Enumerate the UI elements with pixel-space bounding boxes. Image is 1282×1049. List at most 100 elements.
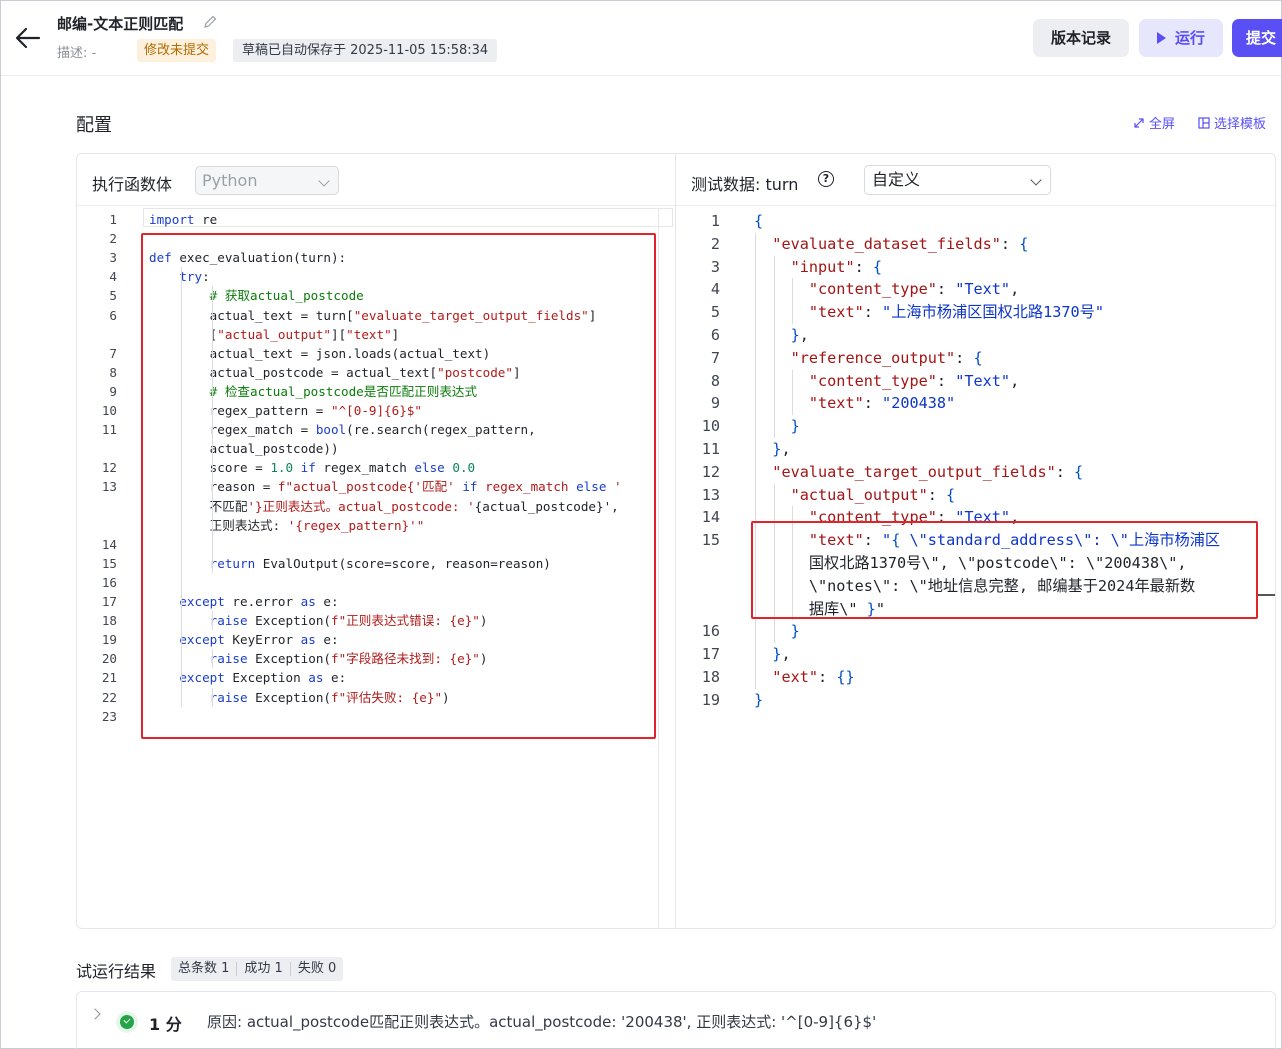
line-number: 5: [710, 303, 720, 322]
line-number: 13: [101, 479, 117, 495]
line-number: 21: [101, 670, 117, 686]
code-line: "evaluate_target_output_fields": {: [772, 462, 1084, 481]
line-number: 15: [101, 555, 117, 571]
line-number: 6: [710, 326, 720, 344]
results-total: 总条数 1: [178, 961, 230, 976]
line-number: 11: [701, 440, 720, 458]
run-button[interactable]: 运行: [1139, 19, 1223, 57]
results-title: 试运行结果: [76, 962, 157, 981]
line-number: 3: [109, 250, 117, 266]
line-number: 8: [109, 364, 117, 380]
expand-icon: [1134, 118, 1144, 128]
result-row[interactable]: 1 分 原因: actual_postcode匹配正则表达式。actual_po…: [76, 991, 1276, 1049]
code-line: "ext": {}: [772, 668, 855, 686]
line-number: 13: [701, 485, 720, 504]
line-number: 14: [101, 536, 117, 552]
line-number: 18: [101, 613, 117, 629]
line-number: 15: [701, 531, 720, 550]
line-number: 2: [710, 234, 720, 253]
play-icon: [1156, 32, 1166, 44]
line-number: 1: [109, 212, 117, 227]
line-number: 2: [109, 231, 117, 247]
line-number: 16: [701, 622, 720, 641]
run-button-label: 运行: [1174, 29, 1205, 47]
test-data-label: 测试数据: turn: [691, 171, 798, 195]
function-body-header: 执行函数体 Python: [77, 154, 675, 206]
fullscreen-link[interactable]: 全屏: [1133, 113, 1175, 132]
code-line: },: [772, 645, 791, 664]
turn-label: turn: [765, 175, 799, 194]
code-line: },: [772, 440, 791, 458]
back-arrow-icon[interactable]: [13, 25, 43, 51]
test-data-header: 测试数据: turn ? 自定义: [676, 154, 1275, 206]
chevron-down-icon: [1030, 174, 1042, 186]
line-number: 12: [701, 462, 720, 481]
status-badge-unsaved: 修改未提交: [137, 39, 217, 62]
line-number: 4: [710, 280, 720, 299]
code-line: },: [790, 326, 809, 344]
code-line: "actual_output": {: [790, 485, 956, 504]
line-number: 7: [109, 345, 117, 361]
highlight-box-code: [141, 233, 656, 739]
line-number: 9: [109, 383, 117, 399]
line-number: 11: [101, 422, 117, 438]
results-success: 成功 1: [244, 961, 283, 976]
code-line: "content_type": "Text",: [808, 371, 1020, 390]
line-number: 10: [701, 417, 720, 436]
indent-guide: [774, 255, 775, 438]
line-number: 14: [701, 508, 720, 527]
indent-guide: [792, 369, 793, 416]
function-body-label: 执行函数体: [92, 175, 173, 194]
template-icon: [1198, 117, 1210, 129]
description: 描述: -: [57, 46, 97, 61]
line-number: 4: [109, 269, 117, 285]
code-line: "evaluate_dataset_fields": {: [772, 234, 1029, 253]
submit-button[interactable]: 提交: [1232, 19, 1282, 57]
edit-pencil-icon[interactable]: [203, 15, 217, 29]
line-number: 19: [701, 690, 720, 709]
test-data-mode-select[interactable]: 自定义: [864, 165, 1051, 195]
code-line: "reference_output": {: [790, 348, 983, 367]
chevron-down-icon: [318, 175, 330, 187]
line-number: 5: [109, 288, 117, 304]
select-template-link[interactable]: 选择模板: [1198, 113, 1266, 132]
editor-scrollbar-track[interactable]: [658, 208, 659, 928]
success-check-icon: [116, 1011, 138, 1033]
chevron-right-icon[interactable]: [89, 1008, 101, 1020]
version-history-button[interactable]: 版本记录: [1033, 19, 1129, 57]
line-number: 23: [101, 708, 117, 724]
top-header: 邮编-文本正则匹配 描述: - 修改未提交 草稿已自动保存于 2025-11-0…: [1, 1, 1282, 76]
help-icon[interactable]: ?: [818, 171, 834, 187]
page-title: 邮编-文本正则匹配: [57, 15, 184, 33]
result-reason: 原因: actual_postcode匹配正则表达式。actual_postco…: [207, 1013, 877, 1031]
results-summary: 总条数 1 成功 1 失败 0: [171, 957, 344, 981]
line-number: 7: [710, 348, 720, 367]
language-value: Python: [202, 171, 258, 190]
line-number: 1: [710, 212, 720, 230]
config-section-title: 配置: [76, 115, 112, 136]
line-number: 16: [101, 574, 117, 590]
line-number: 9: [710, 394, 720, 413]
fullscreen-label: 全屏: [1149, 117, 1176, 132]
code-line: }: [754, 690, 764, 709]
line-number: 20: [101, 651, 117, 667]
json-scrollbar-thumb[interactable]: [1258, 594, 1275, 596]
active-line-highlight: [143, 208, 673, 227]
results-fail: 失败 0: [297, 961, 337, 976]
line-number: 8: [710, 371, 720, 390]
line-number: 12: [101, 460, 117, 476]
code-line: }: [790, 417, 800, 436]
line-number: 17: [101, 594, 117, 609]
select-template-label: 选择模板: [1214, 117, 1267, 132]
line-number: 17: [701, 645, 720, 664]
code-line: import re: [149, 212, 218, 227]
code-line: "text": "200438": [808, 394, 956, 413]
language-select[interactable]: Python: [195, 166, 339, 195]
test-data-label-text: 测试数据:: [691, 175, 761, 194]
code-line: "text": "上海市杨浦区国权北路1370号": [808, 303, 1104, 322]
test-data-mode-value: 自定义: [872, 170, 921, 189]
status-badge-draft-saved: 草稿已自动保存于 2025-11-05 15:58:34: [233, 39, 498, 62]
result-score: 1 分: [149, 1015, 182, 1034]
indent-guide: [792, 278, 793, 324]
line-number: 10: [101, 403, 117, 418]
